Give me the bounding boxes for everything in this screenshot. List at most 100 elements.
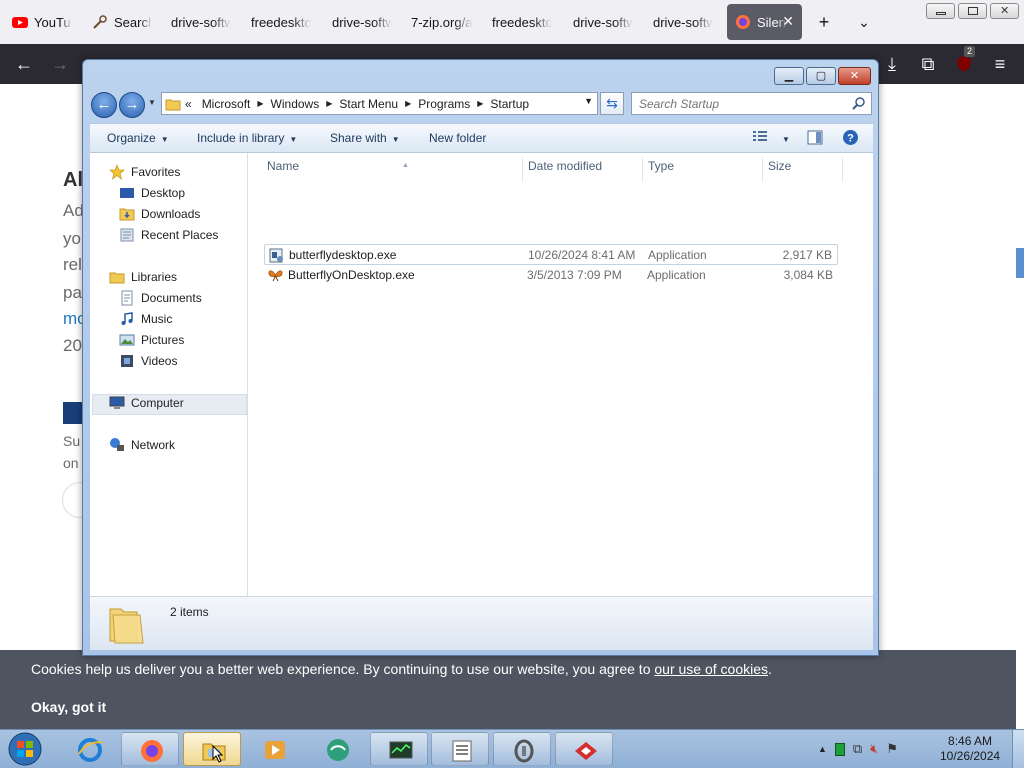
column-header-type[interactable]: Type	[643, 158, 763, 182]
search-box[interactable]	[631, 92, 872, 115]
nav-desktop[interactable]: Desktop	[119, 185, 185, 201]
extensions-icon[interactable]: ⧉	[916, 52, 940, 76]
tab-drive-software-4[interactable]: drive-software	[645, 4, 713, 40]
table-row[interactable]: ButterflyOnDesktop.exe 3/5/2013 7:09 PM …	[264, 265, 838, 286]
search-icon[interactable]	[852, 96, 866, 110]
minimize-icon: ▁	[784, 70, 794, 82]
recent-pages-chevron-icon[interactable]: ▼	[148, 98, 156, 107]
view-options-chevron-icon[interactable]: ▼	[777, 131, 790, 145]
breadcrumb-start-menu[interactable]: Start Menu	[339, 97, 398, 111]
ublock-icon[interactable]: 2	[952, 46, 976, 76]
new-tab-button[interactable]: +	[812, 10, 836, 34]
nav-documents[interactable]: Documents	[119, 290, 202, 306]
file-type: Application	[647, 268, 706, 282]
browser-restore-button[interactable]	[958, 3, 987, 19]
downloads-icon[interactable]: ⤓	[880, 52, 904, 76]
tab-freedesktop-2[interactable]: freedesktop	[484, 4, 552, 40]
volume-muted-icon[interactable]: 🔇︎	[870, 741, 878, 757]
page-text-line: rel	[63, 255, 82, 274]
nav-downloads[interactable]: Downloads	[119, 206, 200, 222]
file-size: 2,917 KB	[782, 248, 832, 262]
breadcrumb-programs[interactable]: Programs	[418, 97, 470, 111]
nav-libraries[interactable]: Libraries	[109, 269, 177, 285]
tab-drive-software-3[interactable]: drive-software	[565, 4, 633, 40]
recent-places-icon	[120, 228, 134, 242]
explorer-maximize-button[interactable]: ▢	[806, 67, 836, 85]
tray-app-icon[interactable]	[834, 742, 845, 756]
breadcrumb-separator-icon[interactable]: ▶	[257, 99, 263, 108]
nav-network[interactable]: Network	[109, 437, 175, 453]
forward-arrow-icon[interactable]: →	[48, 52, 72, 76]
nav-videos[interactable]: Videos	[119, 353, 177, 369]
taskbar-explorer[interactable]	[183, 732, 241, 766]
start-button[interactable]	[3, 731, 47, 767]
preview-pane-button[interactable]	[807, 130, 823, 148]
taskbar-media-player[interactable]	[245, 732, 303, 766]
tab-7zip[interactable]: 7-zip.org/a	[403, 4, 473, 40]
nav-computer[interactable]: Computer	[109, 395, 184, 411]
tab-search[interactable]: Search	[84, 4, 152, 40]
taskbar-internet-explorer[interactable]	[60, 732, 118, 766]
action-center-flag-icon[interactable]: ⚑	[886, 741, 898, 757]
browser-close-button[interactable]: ✕	[990, 3, 1019, 19]
breadcrumb-separator-icon[interactable]: ▶	[477, 99, 483, 108]
back-arrow-icon[interactable]: ←	[12, 52, 36, 76]
close-tab-icon[interactable]: ✕	[782, 13, 794, 30]
explorer-minimize-button[interactable]: ▁	[774, 67, 804, 85]
page-text-line: yo	[63, 229, 81, 248]
taskbar-app-globe[interactable]	[308, 732, 366, 766]
share-with-button[interactable]: Share with ▼	[330, 131, 400, 145]
explorer-back-button[interactable]: ←	[91, 92, 117, 118]
taskbar-task-manager[interactable]	[370, 732, 428, 766]
chevron-down-icon: ▼	[391, 135, 400, 144]
explorer-close-button[interactable]: ✕	[838, 67, 871, 85]
list-tabs-chevron-icon[interactable]: ⌄	[852, 10, 876, 34]
nav-favorites[interactable]: Favorites	[109, 164, 180, 180]
breadcrumb-microsoft[interactable]: Microsoft	[202, 97, 251, 111]
breadcrumb-startup[interactable]: Startup	[490, 97, 529, 111]
pictures-icon	[119, 334, 135, 346]
explorer-forward-button[interactable]: →	[119, 92, 145, 118]
show-desktop-button[interactable]	[1012, 730, 1024, 768]
clock[interactable]: 8:46 AM 10/26/2024	[940, 734, 1000, 764]
include-in-library-button[interactable]: Include in library ▼	[197, 131, 297, 145]
page-scrollbar-thumb[interactable]	[1016, 248, 1024, 278]
column-header-date[interactable]: Date modified	[523, 158, 643, 182]
cookie-policy-link[interactable]: our use of cookies	[654, 661, 768, 677]
nav-music[interactable]: Music	[119, 311, 172, 327]
tab-freedesktop-1[interactable]: freedesktop	[243, 4, 311, 40]
address-dropdown-icon[interactable]: ▼	[584, 96, 593, 106]
organize-button[interactable]: Organize ▼	[107, 131, 169, 145]
tab-youtube[interactable]: YouTube	[4, 4, 72, 40]
table-row[interactable]: butterflydesktop.exe 10/26/2024 8:41 AM …	[264, 244, 838, 265]
command-bar: Organize ▼ Include in library ▼ Share with…	[90, 123, 873, 153]
show-hidden-icons-chevron-icon[interactable]: ▲	[818, 744, 827, 754]
cookie-accept-button[interactable]: Okay, got it	[31, 699, 106, 715]
tab-drive-software-1[interactable]: drive-software	[163, 4, 231, 40]
nav-recent-places[interactable]: Recent Places	[119, 227, 218, 243]
taskbar-app-red[interactable]	[555, 732, 613, 766]
address-bar[interactable]: « Microsoft ▶ Windows ▶ Start Menu ▶ Progra…	[161, 92, 598, 115]
browser-minimize-button[interactable]	[926, 3, 955, 19]
tab-drive-software-2[interactable]: drive-software	[324, 4, 392, 40]
hamburger-menu-icon[interactable]: ≡	[988, 52, 1012, 76]
taskbar-firefox[interactable]	[121, 732, 179, 766]
new-folder-button[interactable]: New folder	[429, 131, 486, 145]
red-diamond-app-icon	[575, 742, 597, 760]
change-view-button[interactable]	[752, 129, 768, 146]
breadcrumb-separator-icon[interactable]: ▶	[326, 99, 332, 108]
column-header-name[interactable]: Name ▲	[262, 158, 523, 182]
network-tray-icon[interactable]: ⧉	[853, 741, 862, 757]
refresh-button[interactable]: ⇆	[600, 92, 624, 115]
breadcrumb-windows[interactable]: Windows	[271, 97, 320, 111]
file-list: Name ▲ Date modified Type Size butterflyd…	[249, 153, 873, 596]
column-header-size[interactable]: Size	[763, 158, 843, 182]
taskbar-notepad-list[interactable]	[431, 732, 489, 766]
page-text-line: Su	[63, 433, 81, 449]
help-button[interactable]: ?	[842, 129, 859, 149]
tab-silent-active[interactable]: Silent ✕	[727, 4, 802, 40]
search-input[interactable]	[632, 93, 842, 114]
taskbar-app-zero[interactable]	[493, 732, 551, 766]
breadcrumb-separator-icon[interactable]: ▶	[405, 99, 411, 108]
nav-pictures[interactable]: Pictures	[119, 332, 184, 348]
